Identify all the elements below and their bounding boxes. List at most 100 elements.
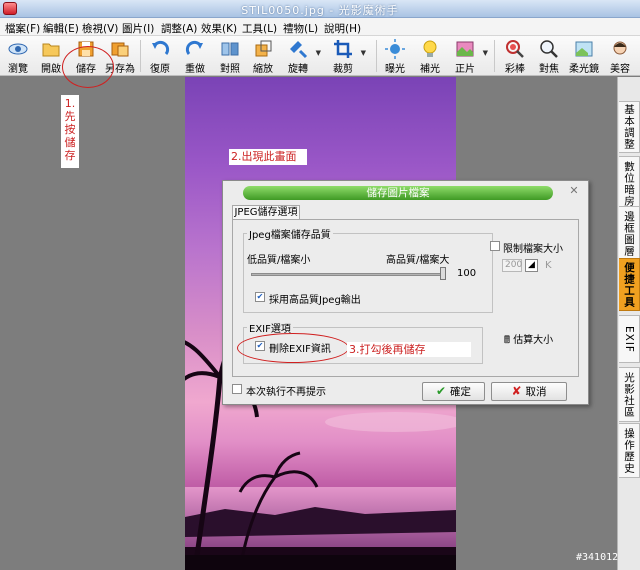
tab-community[interactable]: 光影社區 <box>619 367 640 422</box>
cancel-label: 取消 <box>525 386 547 398</box>
color-pen-label: 彩棒 <box>505 64 525 75</box>
tab-digital-darkroom[interactable]: 數位暗房 <box>619 156 640 211</box>
high-quality-checkbox[interactable]: ✔ <box>255 292 265 302</box>
compare-button[interactable]: 對照 <box>215 36 245 76</box>
quality-group-label: Jpeg檔案儲存品質 <box>247 226 333 241</box>
rotate-icon <box>290 41 308 59</box>
crop-icon <box>334 40 352 58</box>
positive-film-icon <box>456 41 474 57</box>
tab-quick-tools[interactable]: 便捷工具 <box>619 258 640 311</box>
calculator-icon: 🖩 <box>504 335 514 346</box>
menu-effects[interactable]: 效果(K) <box>201 21 237 36</box>
redo-button[interactable]: 重做 <box>180 36 210 76</box>
magnifier-icon <box>540 40 558 58</box>
redo-icon <box>185 40 203 55</box>
menu-image[interactable]: 圖片(I) <box>122 21 154 36</box>
soft-lens-icon <box>575 41 593 57</box>
menu-file[interactable]: 檔案(F) <box>5 21 40 36</box>
positive-film-label: 正片 <box>455 64 475 75</box>
browse-button[interactable]: 瀏覽 <box>2 36 34 76</box>
browse-label: 瀏覽 <box>8 64 28 75</box>
quality-value: 100 <box>457 268 477 279</box>
folder-icon <box>42 43 60 57</box>
menu-adjust[interactable]: 調整(A) <box>161 21 197 36</box>
save-as-icon <box>111 42 129 57</box>
quality-slider-track <box>251 273 441 276</box>
toolbar-divider <box>140 40 141 72</box>
estimate-size-label: 估算大小 <box>513 335 554 346</box>
undo-label: 復原 <box>150 64 170 75</box>
window-title: STIL0050.jpg - 光影魔術手 <box>241 4 399 17</box>
tab-exif[interactable]: EXIF <box>619 315 640 363</box>
exposure-button[interactable]: 曝光 <box>380 36 410 76</box>
resize-label: 縮放 <box>253 64 273 75</box>
toolbar-divider <box>494 40 495 72</box>
menu-gift[interactable]: 禮物(L) <box>283 21 318 36</box>
beauty-label: 美容 <box>610 64 630 75</box>
eye-icon <box>8 43 28 55</box>
limit-size-checkbox[interactable] <box>490 241 500 251</box>
focus-button[interactable]: 對焦 <box>534 36 564 76</box>
quality-slider-thumb[interactable] <box>440 267 446 280</box>
high-quality-label: 高品質/檔案大 <box>386 255 450 266</box>
redo-label: 重做 <box>185 64 205 75</box>
resize-button[interactable]: 縮放 <box>248 36 278 76</box>
low-quality-label: 低品質/檔案小 <box>247 255 311 266</box>
undo-icon <box>152 40 170 55</box>
menu-bar: 檔案(F) 編輯(E) 檢視(V) 圖片(I) 調整(A) 效果(K) 工具(L… <box>0 18 640 36</box>
estimate-size-link[interactable]: 🖩 估算大小 <box>504 331 553 350</box>
annotation-step3: 3.打勾後再儲存 <box>347 342 471 357</box>
color-pen-button[interactable]: 彩棒 <box>500 36 530 76</box>
tab-jpeg-options[interactable]: JPEG儲存選項 <box>232 205 300 220</box>
tab-history[interactable]: 操作歷史 <box>619 423 640 478</box>
exposure-label: 曝光 <box>385 64 405 75</box>
dont-show-checkbox[interactable] <box>232 384 242 394</box>
limit-size-label: 限制檔案大小 <box>503 244 563 255</box>
cross-icon: ✘ <box>511 384 522 398</box>
size-stepper-icon[interactable]: ◢ <box>525 259 538 272</box>
annotation-step2: 2.出現此畫面 <box>229 149 307 165</box>
cancel-button[interactable]: ✘ 取消 <box>491 382 567 401</box>
close-icon[interactable]: ✕ <box>568 185 580 197</box>
rotate-button[interactable]: 旋轉 ▼ <box>283 36 321 76</box>
menu-help[interactable]: 說明(H) <box>324 21 361 36</box>
size-input[interactable]: 200 <box>502 259 522 272</box>
color-pen-icon <box>506 40 524 58</box>
compare-label: 對照 <box>220 64 240 75</box>
fill-light-button[interactable]: 補光 <box>415 36 445 76</box>
fill-light-label: 補光 <box>420 64 440 75</box>
title-bar: STIL0050.jpg - 光影魔術手 <box>0 0 640 18</box>
ok-button[interactable]: ✔ 確定 <box>422 382 485 401</box>
crop-button[interactable]: 裁剪 ▼ <box>328 36 366 76</box>
annotation-step1: 1.先按儲存 <box>61 95 79 168</box>
beauty-button[interactable]: 美容 <box>604 36 636 76</box>
resize-icon <box>255 40 272 57</box>
dont-show-label: 本次執行不再提示 <box>246 387 326 398</box>
undo-button[interactable]: 復原 <box>145 36 175 76</box>
tab-basic-adjust[interactable]: 基本調整 <box>619 101 640 153</box>
tab-frame-layers[interactable]: 邊框圖層 <box>619 206 640 261</box>
crop-label: 裁剪 <box>333 64 353 75</box>
menu-edit[interactable]: 編輯(E) <box>43 21 79 36</box>
highlight-ring-exif <box>237 333 349 363</box>
dialog-title: 儲存圖片檔案 <box>243 186 553 200</box>
highlight-ring-save <box>62 46 114 88</box>
exposure-icon <box>385 39 405 59</box>
positive-film-dropdown-icon[interactable]: ▼ <box>483 49 488 57</box>
save-image-dialog: 儲存圖片檔案 ✕ JPEG儲存選項 Jpeg檔案儲存品質 低品質/檔案小 高品質… <box>222 180 589 405</box>
toolbar-divider <box>376 40 377 72</box>
focus-label: 對焦 <box>539 64 559 75</box>
menu-tools[interactable]: 工具(L) <box>242 21 277 36</box>
ok-label: 確定 <box>450 386 472 398</box>
soft-lens-label: 柔光鏡 <box>569 64 599 75</box>
compare-icon <box>221 42 239 56</box>
check-icon: ✔ <box>435 384 447 398</box>
soft-lens-button[interactable]: 柔光鏡 <box>566 36 602 76</box>
menu-view[interactable]: 檢視(V) <box>82 21 118 36</box>
side-panel: 基本調整 數位暗房 邊框圖層 便捷工具 EXIF 光影社區 操作歷史 <box>617 77 640 570</box>
rotate-dropdown-icon[interactable]: ▼ <box>316 49 321 57</box>
rotate-label: 旋轉 <box>288 64 308 75</box>
check-icon: ✔ <box>256 292 264 301</box>
crop-dropdown-icon[interactable]: ▼ <box>361 49 366 57</box>
positive-film-button[interactable]: 正片 ▼ <box>450 36 488 76</box>
